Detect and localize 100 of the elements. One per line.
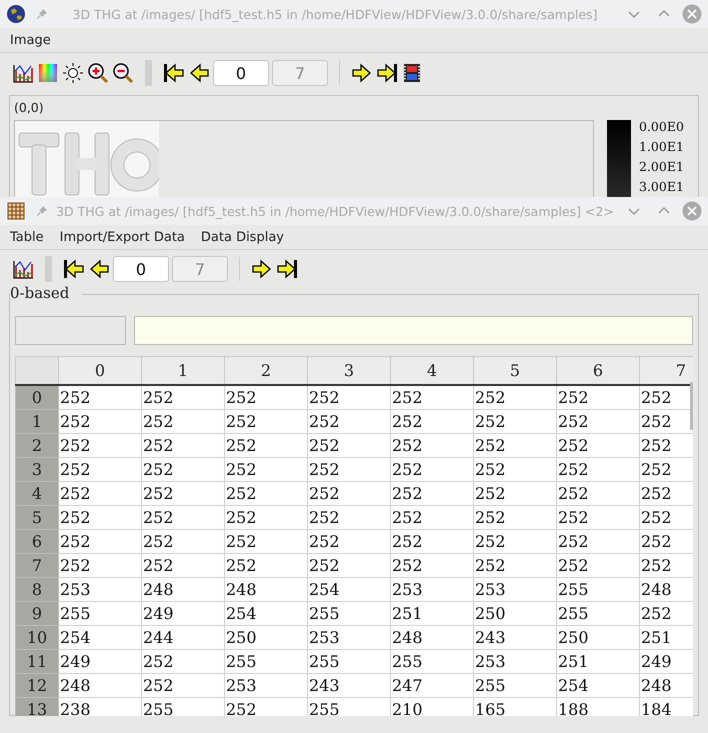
table-cell: 210 [390, 698, 474, 716]
cell-name-field[interactable] [15, 316, 126, 345]
brightness-icon[interactable] [62, 62, 84, 84]
table-cell: 252 [556, 458, 640, 482]
table-cell: 252 [474, 434, 556, 458]
column-header[interactable]: 1 [142, 356, 224, 385]
table-cell: 252 [390, 554, 474, 578]
table-cell: 252 [58, 385, 142, 410]
table-cell: 252 [474, 385, 556, 410]
toolbar-handle[interactable] [145, 60, 152, 86]
grid-icon [6, 201, 26, 221]
table-cell: 250 [224, 626, 308, 650]
table-cell: 253 [474, 578, 556, 602]
table-cell: 244 [142, 626, 224, 650]
table-cell: 252 [390, 530, 474, 554]
table-cell: 252 [556, 410, 640, 434]
table-cell: 252 [142, 482, 224, 506]
table-cell: 252 [556, 385, 640, 410]
table-cell: 249 [142, 602, 224, 626]
row-header[interactable]: 11 [16, 650, 58, 674]
column-header[interactable]: 2 [224, 356, 308, 385]
table-cell: 252 [308, 458, 390, 482]
table-cell: 252 [308, 482, 390, 506]
table-cell: 252 [390, 482, 474, 506]
zoom-out-icon[interactable] [112, 62, 134, 84]
cell-value-field[interactable] [134, 316, 693, 345]
corner-cell [16, 356, 58, 385]
table-cell: 252 [308, 385, 390, 410]
table-cell: 255 [308, 698, 390, 716]
column-header[interactable]: 0 [58, 356, 142, 385]
table-cell: 252 [142, 554, 224, 578]
table-cell: 255 [224, 650, 308, 674]
row-header[interactable]: 8 [16, 578, 58, 602]
table-cell: 252 [556, 530, 640, 554]
row-header[interactable]: 4 [16, 482, 58, 506]
table-cell: 250 [474, 602, 556, 626]
table-cell: 252 [142, 674, 224, 698]
previous-frame-icon[interactable] [88, 258, 110, 280]
table-cell: 252 [474, 482, 556, 506]
table-cell: 252 [556, 482, 640, 506]
next-frame-icon[interactable] [251, 258, 273, 280]
menu-item[interactable]: Table [4, 228, 50, 246]
table-cell: 255 [308, 602, 390, 626]
previous-frame-icon[interactable] [188, 62, 210, 84]
table-cell: 252 [474, 506, 556, 530]
frame-field[interactable]: 0 [213, 60, 269, 86]
table-cell: 252 [224, 385, 308, 410]
window-title: 3D THG at /images/ [hdf5_test.h5 in /home/HDFView/HDFView/3.0.0/share/samples] <2> [55, 204, 615, 218]
last-frame-icon[interactable] [376, 62, 398, 84]
table-cell: 249 [58, 650, 142, 674]
cursor-coordinates: (0,0) [14, 100, 45, 117]
table-cell: 247 [390, 674, 474, 698]
table-cell: 252 [390, 458, 474, 482]
table-cell: 255 [58, 602, 142, 626]
row-header[interactable]: 5 [16, 506, 58, 530]
table-cell: 252 [58, 458, 142, 482]
first-frame-icon[interactable] [63, 258, 85, 280]
table-cell: 253 [308, 626, 390, 650]
frame-field[interactable]: 0 [113, 256, 169, 282]
row-header[interactable]: 3 [16, 458, 58, 482]
table-cell: 255 [556, 602, 640, 626]
menu-item[interactable]: Image [4, 30, 57, 50]
column-header[interactable]: 6 [556, 356, 640, 385]
scrollbar[interactable] [690, 382, 693, 430]
zoom-in-icon[interactable] [87, 62, 109, 84]
first-frame-icon[interactable] [163, 62, 185, 84]
table-cell: 243 [474, 626, 556, 650]
table-cell: 252 [390, 506, 474, 530]
toolbar-handle[interactable] [45, 256, 52, 282]
table-cell: 248 [390, 626, 474, 650]
row-header[interactable]: 0 [16, 385, 58, 410]
table-cell: 255 [142, 698, 224, 716]
row-header[interactable]: 1 [16, 410, 58, 434]
colorbar-label: 1.00E1 [639, 138, 684, 156]
column-header[interactable]: 5 [474, 356, 556, 385]
row-header[interactable]: 7 [16, 554, 58, 578]
row-header[interactable]: 2 [16, 434, 58, 458]
row-header[interactable]: 13 [16, 698, 58, 716]
row-header[interactable]: 10 [16, 626, 58, 650]
next-frame-icon[interactable] [351, 62, 373, 84]
table-cell: 252 [58, 530, 142, 554]
column-header[interactable]: 7 [640, 356, 693, 385]
column-header[interactable]: 4 [390, 356, 474, 385]
table-cell: 252 [142, 458, 224, 482]
row-header[interactable]: 6 [16, 530, 58, 554]
film-icon[interactable] [401, 62, 423, 84]
row-header[interactable]: 12 [16, 674, 58, 698]
colorbar-label: 2.00E1 [639, 158, 684, 176]
chart-icon[interactable] [12, 258, 34, 280]
table-cell: 253 [390, 578, 474, 602]
column-header[interactable]: 3 [308, 356, 390, 385]
table-cell: 243 [308, 674, 390, 698]
last-frame-icon[interactable] [276, 258, 298, 280]
menu-item[interactable]: Import/Export Data [54, 228, 191, 246]
table-cell: 252 [224, 530, 308, 554]
row-header[interactable]: 9 [16, 602, 58, 626]
table-cell: 253 [58, 578, 142, 602]
chart-icon[interactable] [12, 62, 34, 84]
table-cell: 252 [142, 506, 224, 530]
menu-item[interactable]: Data Display [194, 228, 290, 246]
